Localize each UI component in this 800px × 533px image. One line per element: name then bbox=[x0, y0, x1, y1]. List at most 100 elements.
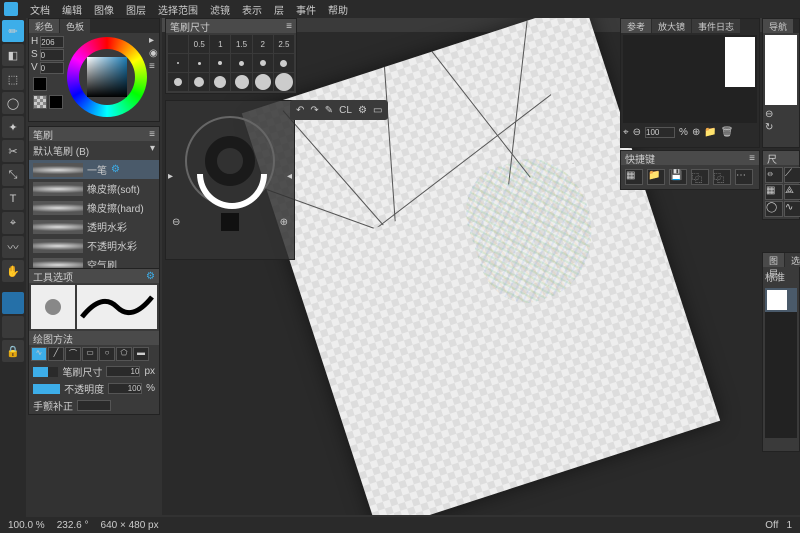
layer-item[interactable] bbox=[765, 288, 797, 312]
menu-select[interactable]: 选择范围 bbox=[158, 2, 198, 17]
wand-tool[interactable]: ✦ bbox=[2, 116, 24, 138]
status-angle[interactable]: 232.6 ° bbox=[57, 520, 89, 531]
gear-icon[interactable]: ⚙ bbox=[111, 164, 120, 175]
mode-polygon[interactable]: ⬠ bbox=[116, 347, 132, 361]
picker-icon[interactable]: ⌖ bbox=[623, 127, 629, 138]
size-cell[interactable]: 1 bbox=[210, 35, 230, 53]
size-cell[interactable]: 0.5 bbox=[189, 35, 209, 53]
trash-icon[interactable]: 🗑 bbox=[721, 127, 734, 138]
gear-icon[interactable]: ⚙ bbox=[358, 105, 367, 116]
folder-icon[interactable]: 📁 bbox=[704, 127, 716, 138]
ruler-perspective[interactable]: ⟁ bbox=[784, 184, 800, 200]
tab-eventlog[interactable]: 事件日志 bbox=[692, 19, 740, 33]
size-cell[interactable] bbox=[274, 73, 294, 91]
tab-reference[interactable]: 参考 bbox=[621, 19, 651, 33]
transform-tool[interactable]: ⤡ bbox=[2, 164, 24, 186]
ruler-curve[interactable]: ∿ bbox=[784, 201, 800, 217]
menu-view[interactable]: 表示 bbox=[242, 2, 262, 17]
stabilize-input[interactable] bbox=[77, 400, 111, 411]
sc-open[interactable]: 📁 bbox=[647, 169, 665, 185]
tab-magnifier[interactable]: 放大镜 bbox=[652, 19, 691, 33]
target-icon[interactable]: ◉ bbox=[149, 48, 158, 59]
brush-widget[interactable]: ▸ ◂ ⊖ ⊕ bbox=[165, 100, 295, 260]
tab-navigator[interactable]: 导航 bbox=[763, 19, 793, 33]
menu-layer2[interactable]: 层 bbox=[274, 2, 284, 17]
size-cell[interactable] bbox=[274, 54, 294, 72]
chevron-down-icon[interactable]: ▾ bbox=[150, 143, 155, 158]
smudge-tool[interactable]: 〰 bbox=[2, 236, 24, 258]
bg-color[interactable] bbox=[2, 316, 24, 338]
ruler-diagonal[interactable]: ⟋ bbox=[784, 167, 800, 183]
redo-icon[interactable]: ↷ bbox=[310, 105, 318, 116]
size-cell[interactable] bbox=[231, 73, 251, 91]
reference-viewport[interactable] bbox=[623, 35, 757, 123]
tab-swatches[interactable]: 色板 bbox=[60, 19, 90, 33]
zoom-in-icon[interactable]: ⊕ bbox=[692, 127, 700, 138]
gear-icon[interactable]: ⚙ bbox=[146, 271, 155, 282]
menu-file[interactable]: 文档 bbox=[30, 2, 50, 17]
picker-tool[interactable]: ⌖ bbox=[2, 212, 24, 234]
color-square[interactable] bbox=[87, 57, 127, 97]
size-cell[interactable] bbox=[210, 73, 230, 91]
chevron-right-icon[interactable]: ◂ bbox=[287, 171, 292, 182]
ruler-circle[interactable]: ◯ bbox=[765, 201, 783, 217]
mode-curve[interactable]: ⌒ bbox=[65, 347, 81, 361]
swatch-checker[interactable] bbox=[33, 95, 47, 109]
brush-tool[interactable]: ✏ bbox=[2, 20, 24, 42]
menu-event[interactable]: 事件 bbox=[296, 2, 316, 17]
tab-color[interactable]: 彩色 bbox=[29, 19, 59, 33]
sc-copy[interactable]: ⿻ bbox=[691, 169, 709, 185]
opacity-input[interactable] bbox=[108, 383, 142, 394]
size-cell[interactable] bbox=[168, 54, 188, 72]
rotate-icon[interactable]: ↻ bbox=[765, 122, 797, 133]
sc-new[interactable]: ▦ bbox=[625, 169, 643, 185]
size-slider[interactable] bbox=[33, 367, 58, 377]
size-cell[interactable]: 2 bbox=[253, 35, 273, 53]
chevron-left-icon[interactable]: ▸ bbox=[168, 171, 173, 182]
bars-icon[interactable]: ≡ bbox=[149, 61, 158, 72]
size-cell[interactable] bbox=[231, 54, 251, 72]
layer-list[interactable] bbox=[765, 288, 797, 438]
close-icon[interactable]: ≡ bbox=[149, 129, 155, 140]
tab-select[interactable]: 选 bbox=[785, 253, 800, 267]
brush-item[interactable]: 橡皮擦(hard) bbox=[29, 198, 159, 217]
size-cell[interactable] bbox=[168, 35, 188, 53]
brush-ring[interactable] bbox=[185, 116, 275, 206]
menu-icon[interactable]: ≡ bbox=[749, 153, 755, 164]
rect-icon[interactable]: ▭ bbox=[373, 105, 382, 116]
brush-item[interactable]: 橡皮擦(soft) bbox=[29, 179, 159, 198]
swatch-black[interactable] bbox=[33, 77, 47, 91]
brush-item[interactable]: 一笔⚙ bbox=[29, 160, 159, 179]
s-input[interactable] bbox=[40, 49, 64, 61]
play-icon[interactable]: ▸ bbox=[149, 35, 158, 46]
fg-color[interactable] bbox=[2, 292, 24, 314]
size-cell[interactable]: 1.5 bbox=[231, 35, 251, 53]
ruler-grid[interactable]: ▦ bbox=[765, 184, 783, 200]
size-cell[interactable] bbox=[210, 54, 230, 72]
menu-icon[interactable]: ≡ bbox=[286, 21, 292, 32]
mode-freehand[interactable]: ∿ bbox=[31, 347, 47, 361]
tab-layers[interactable]: 图层 bbox=[763, 253, 784, 267]
text-tool[interactable]: T bbox=[2, 188, 24, 210]
opacity-slider[interactable] bbox=[33, 384, 60, 394]
brush-item[interactable]: 透明水彩 bbox=[29, 217, 159, 236]
tip-preview[interactable] bbox=[221, 213, 239, 231]
fg-swatch[interactable] bbox=[49, 95, 63, 109]
eraser-tool[interactable]: ◧ bbox=[2, 44, 24, 66]
color-wheel[interactable] bbox=[67, 37, 147, 117]
status-one[interactable]: 1 bbox=[786, 520, 792, 531]
brush-tip-preview[interactable] bbox=[31, 285, 75, 329]
size-cell[interactable] bbox=[168, 73, 188, 91]
zoom-input[interactable] bbox=[645, 127, 675, 138]
mode-line[interactable]: ╱ bbox=[48, 347, 64, 361]
pencil-icon[interactable]: ✎ bbox=[325, 105, 333, 116]
menu-filter[interactable]: 滤镜 bbox=[210, 2, 230, 17]
mode-ellipse[interactable]: ○ bbox=[99, 347, 115, 361]
ruler-horizontal[interactable]: ⦵ bbox=[765, 167, 783, 183]
zoom-in-icon[interactable]: ⊕ bbox=[280, 217, 288, 228]
select-tool[interactable]: ⬚ bbox=[2, 68, 24, 90]
lasso-tool[interactable]: ◯ bbox=[2, 92, 24, 114]
menu-image[interactable]: 图像 bbox=[94, 2, 114, 17]
menu-help[interactable]: 帮助 bbox=[328, 2, 348, 17]
menu-edit[interactable]: 编辑 bbox=[62, 2, 82, 17]
